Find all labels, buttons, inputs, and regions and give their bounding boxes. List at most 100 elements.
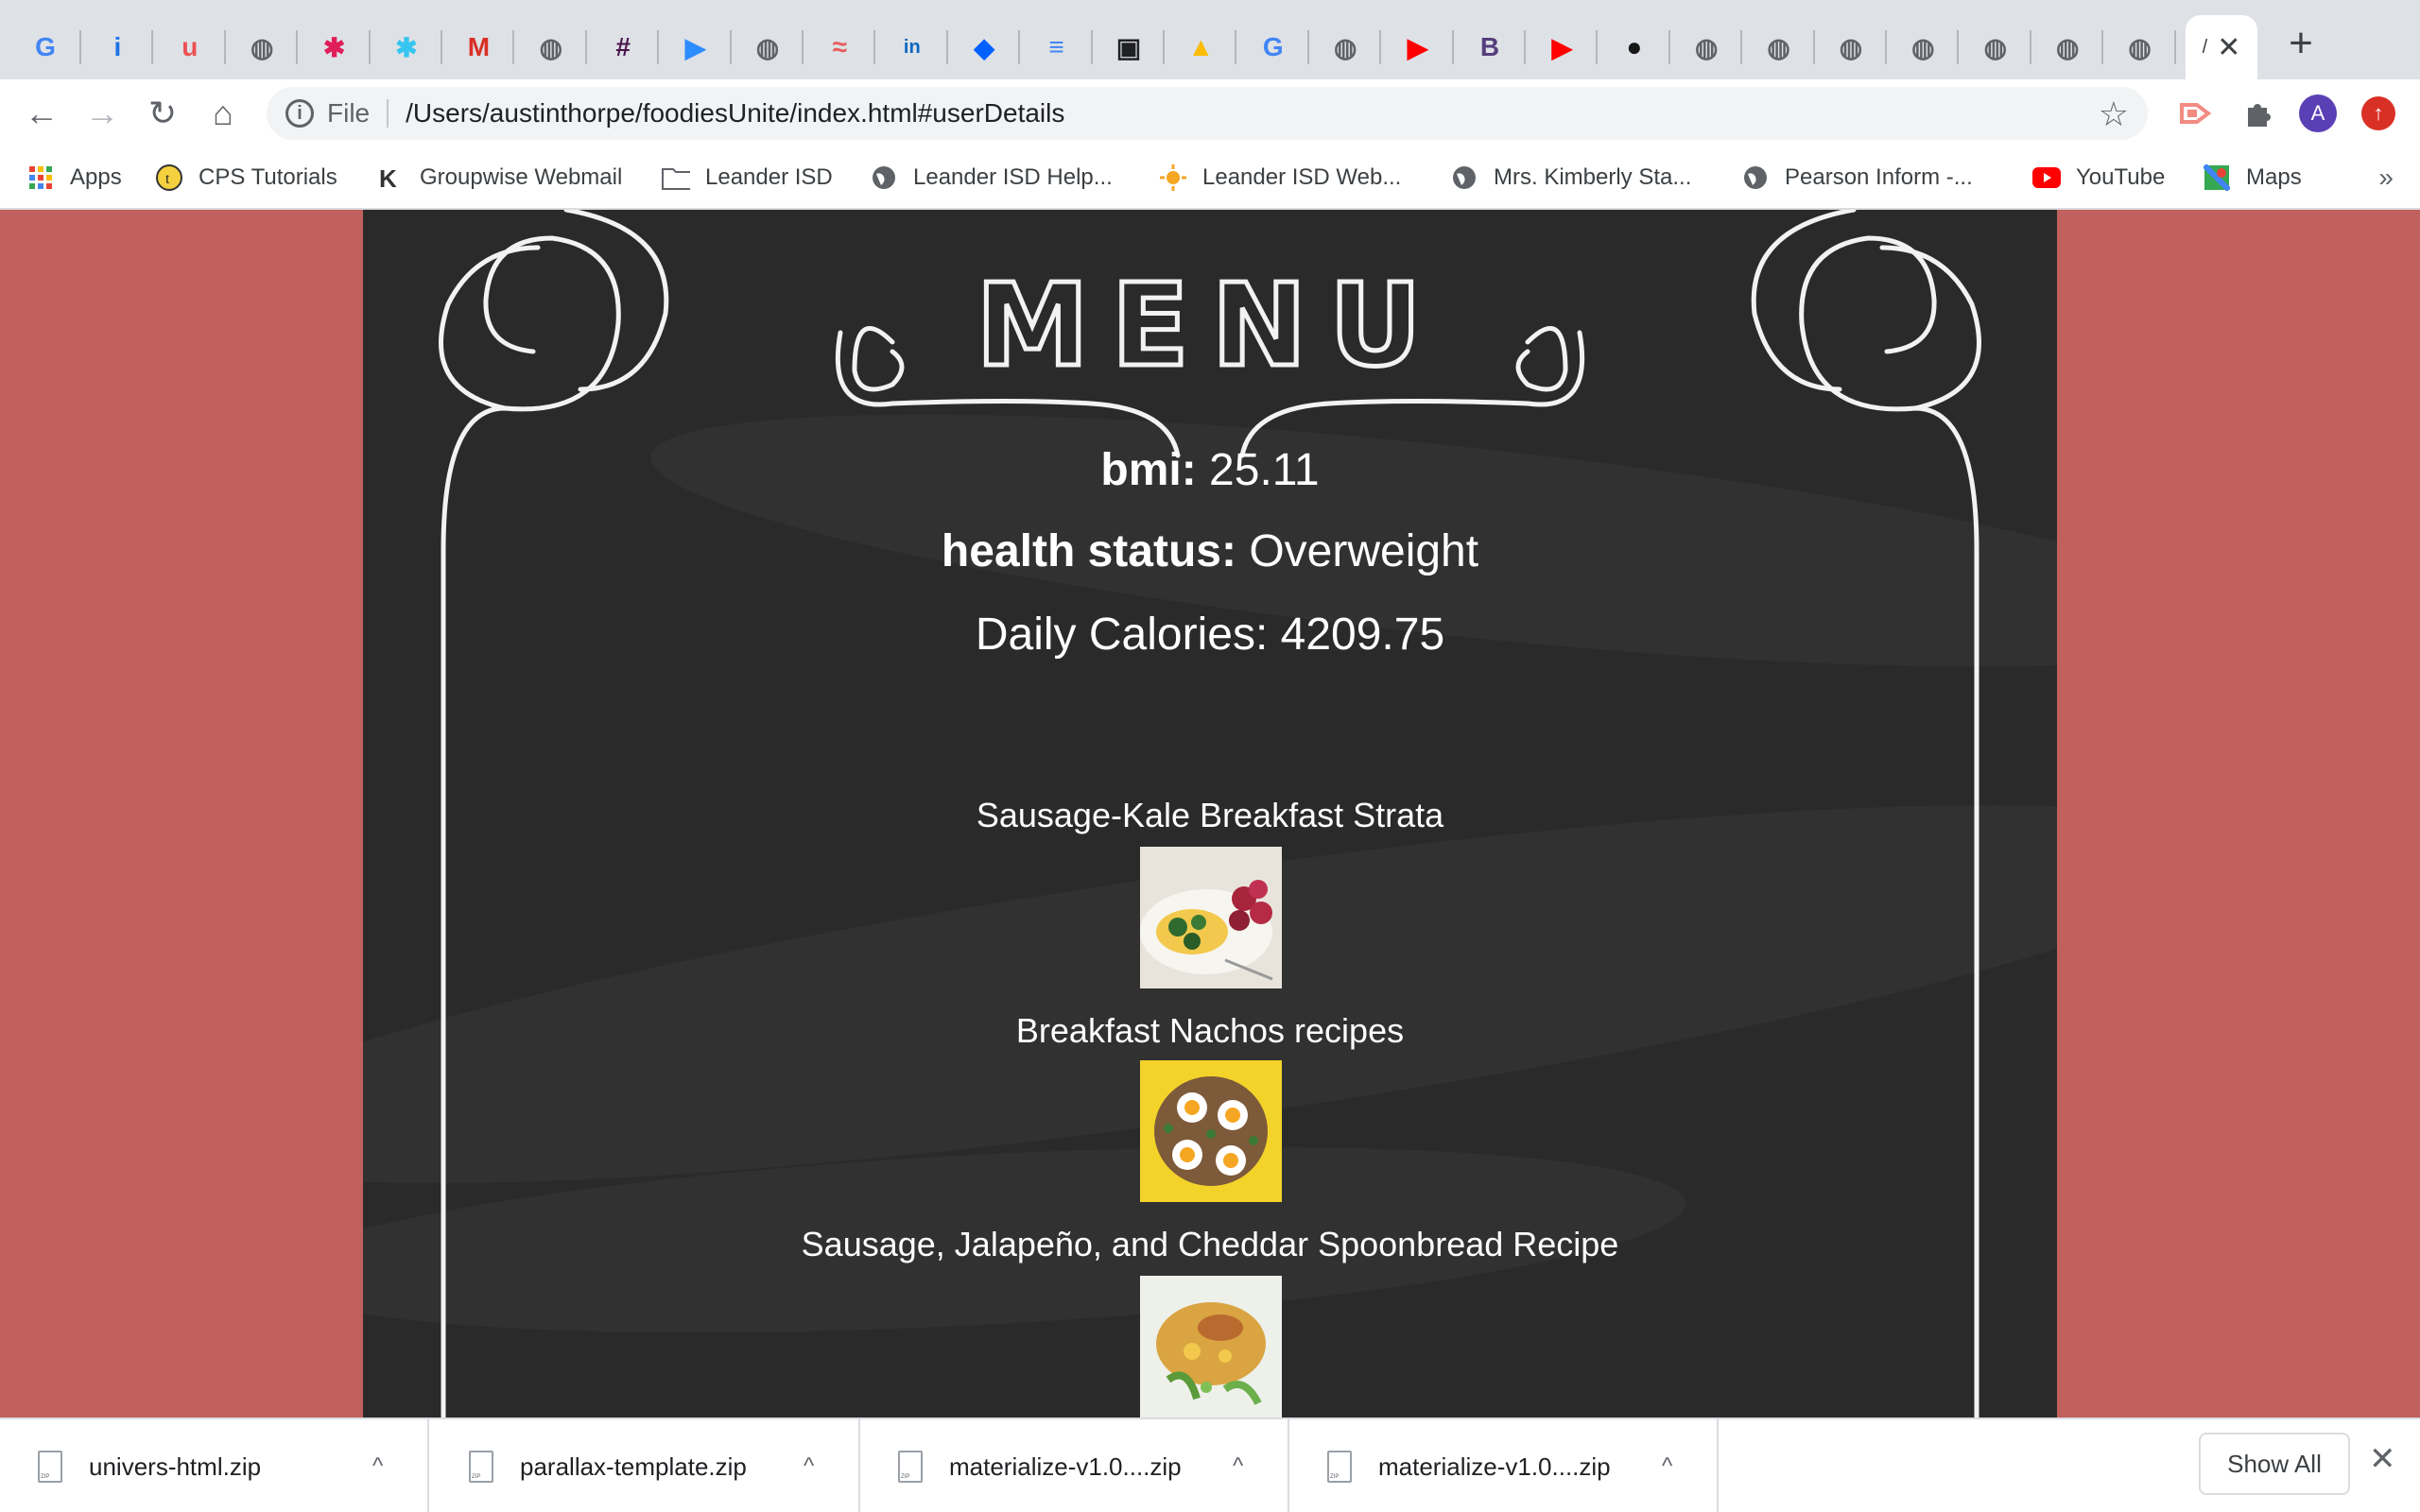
- bookmarks-overflow-button[interactable]: »: [2378, 163, 2394, 193]
- bookmark-label: Pearson Inform -...: [1785, 164, 1973, 190]
- drive-icon: ▲: [1187, 32, 1215, 61]
- address-scheme: File: [327, 98, 371, 128]
- groupwise-icon: K: [376, 163, 405, 192]
- bookmarks-bar: Apps t CPS Tutorials K Groupwise Webmail…: [0, 147, 2420, 210]
- bookmark-youtube[interactable]: YouTube: [2032, 159, 2165, 197]
- browser-tab[interactable]: ◍: [1670, 15, 1743, 79]
- browser-tab[interactable]: ◍: [2031, 15, 2104, 79]
- tab-active[interactable]: / ✕: [2186, 15, 2257, 79]
- menu-heading: MENU: [974, 259, 1424, 382]
- bookmark-maps[interactable]: Maps: [2203, 159, 2302, 197]
- browser-tab[interactable]: ◍: [1743, 15, 1815, 79]
- browser-tab[interactable]: ◍: [732, 15, 804, 79]
- apps-grid-icon: [26, 163, 55, 192]
- browser-tab[interactable]: ✱: [299, 15, 371, 79]
- browser-tab[interactable]: ●: [1599, 15, 1670, 79]
- download-item[interactable]: univers-html.zip ^: [0, 1419, 429, 1512]
- browser-tab[interactable]: ≡: [1021, 15, 1093, 79]
- browser-tab[interactable]: ✱: [371, 15, 442, 79]
- github-icon: ●: [1626, 32, 1643, 61]
- browser-tab[interactable]: ◍: [515, 15, 587, 79]
- recipe-title[interactable]: Sausage, Jalapeño, and Cheddar Spoonbrea…: [363, 1225, 2057, 1264]
- download-item[interactable]: materialize-v1.0....zip ^: [1289, 1419, 1719, 1512]
- browser-tab[interactable]: ▶: [660, 15, 732, 79]
- globe-icon: ◍: [1839, 32, 1863, 62]
- browser-tab[interactable]: ≈: [804, 15, 876, 79]
- chevron-up-icon[interactable]: ^: [804, 1453, 814, 1480]
- bookmark-label: Leander ISD Help...: [913, 164, 1113, 190]
- address-bar[interactable]: i File /Users/austinthorpe/foodiesUnite/…: [267, 87, 2148, 140]
- close-download-shelf-icon[interactable]: ✕: [2369, 1440, 2396, 1478]
- youtube-icon: ▶: [1407, 32, 1428, 62]
- site-info-icon[interactable]: i: [285, 99, 314, 128]
- browser-tab[interactable]: ◆: [948, 15, 1021, 79]
- browser-tab[interactable]: in: [876, 15, 948, 79]
- chevron-up-icon[interactable]: ^: [1662, 1453, 1672, 1480]
- browser-tab[interactable]: ◍: [2104, 15, 2176, 79]
- bookmark-groupwise-webmail[interactable]: K Groupwise Webmail: [376, 159, 622, 197]
- recipe-image[interactable]: [1140, 1276, 1282, 1418]
- bmi-line: bmi: 25.11: [363, 444, 2057, 496]
- download-item[interactable]: parallax-template.zip ^: [431, 1419, 860, 1512]
- daily-calories-line: Daily Calories: 4209.75: [363, 609, 2057, 661]
- browser-tab[interactable]: ▶: [1526, 15, 1599, 79]
- bookmark-apps[interactable]: Apps: [26, 159, 122, 197]
- health-status-label: health status:: [941, 526, 1236, 576]
- chevron-up-icon[interactable]: ^: [1233, 1453, 1243, 1480]
- bookmark-label: Leander ISD: [705, 164, 833, 190]
- home-button[interactable]: ⌂: [200, 91, 246, 136]
- bootstrap-icon: B: [1479, 32, 1500, 61]
- recipe-image[interactable]: [1140, 847, 1282, 988]
- browser-tab[interactable]: i: [81, 15, 154, 79]
- close-tab-icon[interactable]: ✕: [2217, 31, 2240, 64]
- bookmark-leander-isd-web[interactable]: Leander ISD Web...: [1159, 159, 1401, 197]
- zip-file-icon: [1327, 1451, 1352, 1483]
- globe-icon: [870, 163, 898, 192]
- forward-button[interactable]: →: [79, 91, 125, 136]
- back-button[interactable]: ←: [19, 91, 64, 136]
- browser-tab[interactable]: ◍: [226, 15, 299, 79]
- bookmark-mrs-kimberly[interactable]: Mrs. Kimberly Sta...: [1450, 159, 1691, 197]
- browser-tab[interactable]: ▣: [1093, 15, 1165, 79]
- bookmark-leander-isd-help[interactable]: Leander ISD Help...: [870, 159, 1113, 197]
- chevron-up-icon[interactable]: ^: [372, 1453, 383, 1480]
- download-shelf: univers-html.zip ^ parallax-template.zip…: [0, 1418, 2420, 1512]
- globe-icon: ◍: [755, 32, 780, 62]
- recipe-image[interactable]: [1140, 1060, 1282, 1202]
- reload-button[interactable]: ↻: [140, 91, 185, 136]
- download-item[interactable]: materialize-v1.0....zip ^: [860, 1419, 1289, 1512]
- bookmark-star-icon[interactable]: ☆: [2099, 94, 2129, 134]
- globe-icon: ◍: [1767, 32, 1790, 62]
- profile-avatar[interactable]: A: [2295, 91, 2341, 136]
- update-icon[interactable]: ↑: [2356, 91, 2401, 136]
- bookmark-cps-tutorials[interactable]: t CPS Tutorials: [155, 159, 337, 197]
- bookmark-pearson-inform[interactable]: Pearson Inform -...: [1741, 159, 1973, 197]
- zip-file-icon: [469, 1451, 493, 1483]
- browser-tab[interactable]: ◍: [1887, 15, 1960, 79]
- extension-icon[interactable]: [2174, 91, 2220, 136]
- app-icon: ▣: [1115, 32, 1142, 62]
- bookmark-leander-isd[interactable]: Leander ISD: [662, 159, 833, 197]
- download-filename: parallax-template.zip: [520, 1452, 747, 1481]
- address-url[interactable]: /Users/austinthorpe/foodiesUnite/index.h…: [406, 98, 1064, 129]
- new-tab-button[interactable]: +: [2278, 20, 2324, 66]
- browser-tab[interactable]: u: [154, 15, 226, 79]
- browser-tab[interactable]: ▲: [1165, 15, 1237, 79]
- recipe-title[interactable]: Sausage-Kale Breakfast Strata: [363, 796, 2057, 835]
- recipe-title[interactable]: Breakfast Nachos recipes: [363, 1011, 2057, 1051]
- browser-tab[interactable]: B: [1454, 15, 1526, 79]
- browser-tab[interactable]: ◍: [1815, 15, 1887, 79]
- app-icon: ≈: [832, 32, 848, 61]
- browser-tab[interactable]: M: [442, 15, 515, 79]
- browser-tab[interactable]: G: [1237, 15, 1309, 79]
- globe-icon: ◍: [1983, 32, 2008, 62]
- show-all-downloads-button[interactable]: Show All: [2199, 1433, 2350, 1495]
- browser-tab[interactable]: #: [587, 15, 660, 79]
- daily-calories-label: Daily Calories:: [975, 610, 1269, 660]
- extensions-puzzle-icon[interactable]: [2235, 91, 2280, 136]
- browser-tab[interactable]: G: [9, 15, 81, 79]
- active-tab-title: /: [2202, 36, 2208, 58]
- browser-tab[interactable]: ◍: [1960, 15, 2031, 79]
- browser-tab[interactable]: ◍: [1309, 15, 1382, 79]
- browser-tab[interactable]: ▶: [1382, 15, 1454, 79]
